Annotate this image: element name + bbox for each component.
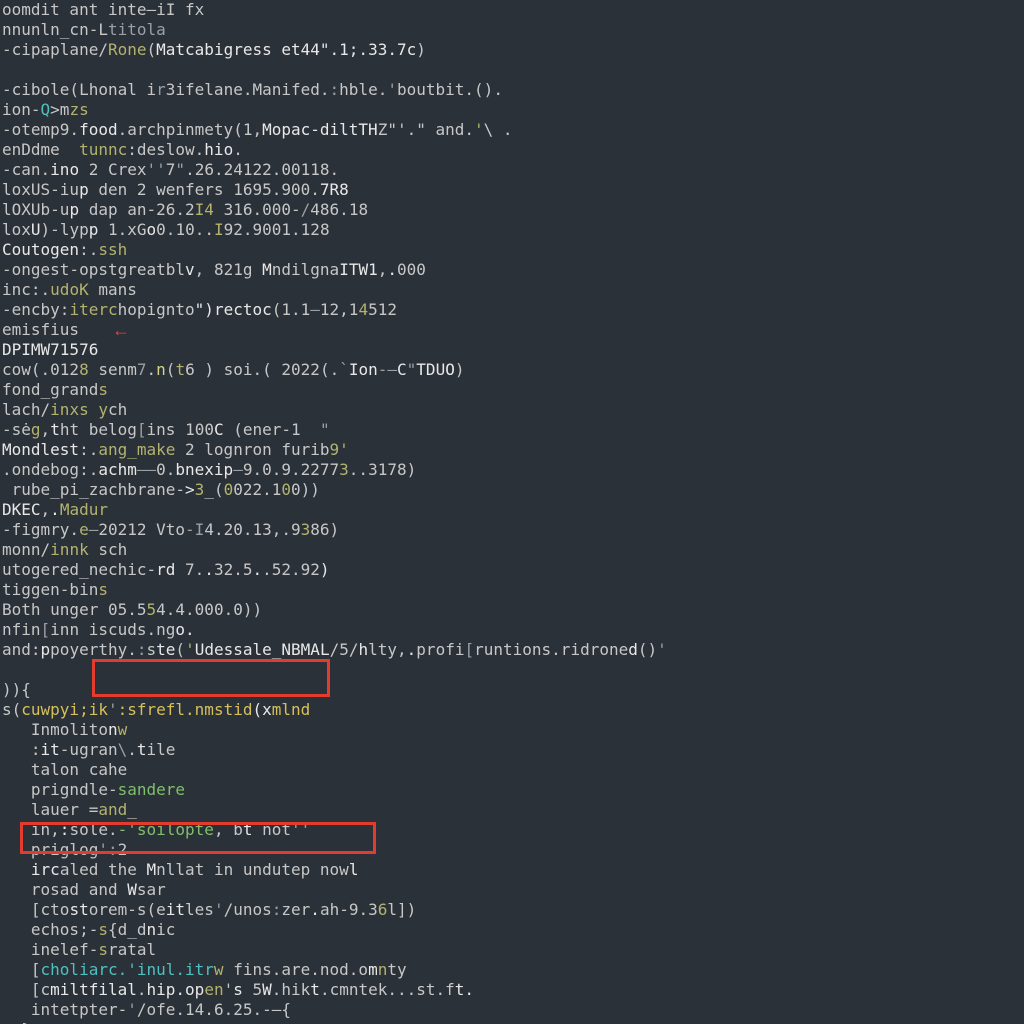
terminal-line-3 [2, 60, 1022, 80]
terminal-line-13: -ongest-opstgreatblv, 821g MndilgnaITW1,… [2, 260, 1022, 280]
terminal-line-35: s(cuwpyi;ik':sfrefl.nmstid(xmlnd [2, 700, 1022, 720]
terminal-line-36: Inmolitonw [2, 720, 1022, 740]
terminal-line-49: [cmiltfilal.hip.open's 5W.hikt.cmntek...… [2, 980, 1022, 1000]
terminal-line-8: -can.ino 2 Crex''7".26.24122.00118. [2, 160, 1022, 180]
terminal-line-9: loxUS-iup den 2 wenfers 1695.900.7R8 [2, 180, 1022, 200]
terminal-line-25: DKEC,.Madur [2, 500, 1022, 520]
terminal-line-41: in,:sole.-'soilopte, bt not'' [2, 820, 1022, 840]
terminal-line-38: talon cahe [2, 760, 1022, 780]
terminal-line-26: -figmry.e—20212 Vto-I4.20.13,.9386) [2, 520, 1022, 540]
terminal-line-1: nnunln_cn-Ltitola [2, 20, 1022, 40]
terminal-line-15: -encby:iterchopignto")rectoc(1.1—12,1451… [2, 300, 1022, 320]
terminal-line-19: fond_grands [2, 380, 1022, 400]
terminal-line-22: Mondlest:.ang_make 2 lognron furib9' [2, 440, 1022, 460]
terminal-line-17: DPIMW71576 [2, 340, 1022, 360]
terminal-line-20: lach/inxs ych [2, 400, 1022, 420]
terminal-line-43: ircaled the Mnllat in undutep nowl [2, 860, 1022, 880]
terminal-line-29: tiggen-bins [2, 580, 1022, 600]
terminal-line-7: enDdme tunnc:deslow.hio. [2, 140, 1022, 160]
terminal-line-34: )){ [2, 680, 1022, 700]
terminal-line-51: } [2, 1020, 1022, 1024]
terminal-line-18: cow(.0128 senm7.n(t6 ) soi.( 2022(.`Ion-… [2, 360, 1022, 380]
terminal-line-33 [2, 660, 1022, 680]
terminal-line-40: lauer =and_ [2, 800, 1022, 820]
terminal-line-11: loxU)-lypp 1.xGo0.10..I92.9001.128 [2, 220, 1022, 240]
terminal-line-14: inc:.udoK mans [2, 280, 1022, 300]
terminal-line-45: [ctostorem-s(eitles'/unos:zer.ah-9.36l]) [2, 900, 1022, 920]
terminal-line-6: -otemp9.food.archpinmety(1,Mopac-diltTHZ… [2, 120, 1022, 140]
terminal-line-44: rosad and Wsar [2, 880, 1022, 900]
terminal-line-2: -cipaplane/Rone(Matcabigress et44".1;.33… [2, 40, 1022, 60]
terminal-line-10: lOXUb-up dap an-26.2I4 316.000-/486.18 [2, 200, 1022, 220]
terminal-line-16: emisfius [2, 320, 1022, 340]
terminal-line-47: inelef-sratal [2, 940, 1022, 960]
terminal-line-0: oomdit ant inte—iI fx [2, 0, 1022, 20]
terminal-line-12: Coutogen:.ssh [2, 240, 1022, 260]
terminal-line-50: intetpter-'/ofe.14.6.25.-—{ [2, 1000, 1022, 1020]
terminal-line-24: rube_pi_zachbrane->3_(0022.100)) [2, 480, 1022, 500]
terminal-line-30: Both unger 05.554.4.000.0)) [2, 600, 1022, 620]
terminal-line-31: nfin[inn iscuds.ngo. [2, 620, 1022, 640]
terminal-line-23: .ondebog:.achm——0.bnexip—9.0.9.22773..31… [2, 460, 1022, 480]
terminal-line-27: monn/innk sch [2, 540, 1022, 560]
terminal-line-4: -cibole(Lhonal ir3ifelane.Manifed.:hble.… [2, 80, 1022, 100]
terminal-line-37: :it-ugran\.tile [2, 740, 1022, 760]
terminal-line-5: ion-Q>mzs [2, 100, 1022, 120]
terminal-line-46: echos;-s{d_dnic [2, 920, 1022, 940]
terminal-output: oomdit ant inte—iI fxnnunln_cn-Ltitola-c… [0, 0, 1024, 1024]
terminal-line-39: prigndle-sandere [2, 780, 1022, 800]
terminal-line-28: utogered_nechic-rd 7..32.5..52.92) [2, 560, 1022, 580]
terminal-line-48: [choliarc.'inul.itrw fins.are.nod.omnty [2, 960, 1022, 980]
terminal-line-32: and:ppoyerthy.:ste('Udessale_NBMAL/5/hlt… [2, 640, 1022, 660]
terminal-line-42: priglog':2 [2, 840, 1022, 860]
terminal-line-21: -sėg,tht belog[ins 100C (ener-1 " [2, 420, 1022, 440]
